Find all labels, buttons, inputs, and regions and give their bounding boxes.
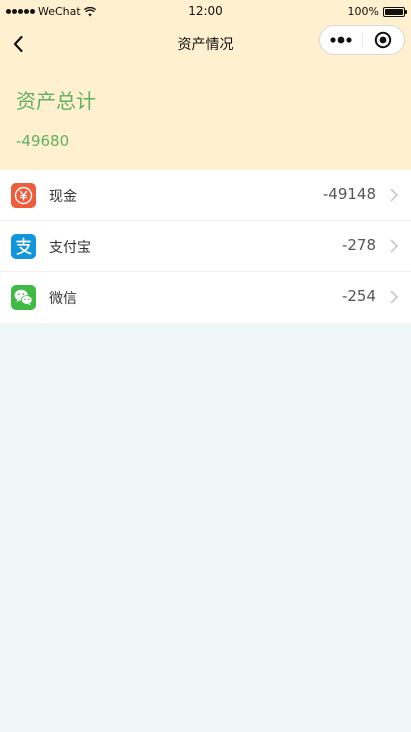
yen-icon [11,183,36,208]
asset-amount: -49148 [322,185,376,203]
asset-amount: -278 [341,236,376,254]
chevron-right-icon [390,290,398,304]
asset-name: 现金 [49,189,77,205]
chevron-right-icon [390,188,398,202]
more-button[interactable] [320,26,362,54]
asset-list: 现金 -49148 支付宝 -278 微信 -254 [0,170,411,323]
asset-row-cash[interactable]: 现金 -49148 [0,170,411,221]
asset-row-wechat[interactable]: 微信 -254 [0,272,411,323]
battery-percent: 100% [347,5,379,18]
asset-name: 支付宝 [49,240,91,256]
page: WeChat 12:00 100% 资产情况 资产总计 -49680 现金 -4… [0,0,411,732]
battery-icon [383,6,407,17]
wechat-icon [11,285,36,310]
nav-bar: 资产情况 [0,24,411,64]
asset-amount: -254 [341,287,376,305]
summary-title: 资产总计 [16,89,96,113]
target-circle-icon [375,31,392,49]
chevron-right-icon [390,239,398,253]
close-mini-program-button[interactable] [363,26,404,54]
asset-summary: 资产总计 -49680 [0,64,411,170]
mini-program-capsule [319,25,405,55]
alipay-icon [11,234,36,259]
status-right: 100% [347,5,407,18]
summary-total: -49680 [16,132,70,150]
status-bar: WeChat 12:00 100% [0,0,411,24]
asset-row-alipay[interactable]: 支付宝 -278 [0,221,411,272]
more-dots-icon [330,36,352,44]
asset-name: 微信 [49,291,77,307]
